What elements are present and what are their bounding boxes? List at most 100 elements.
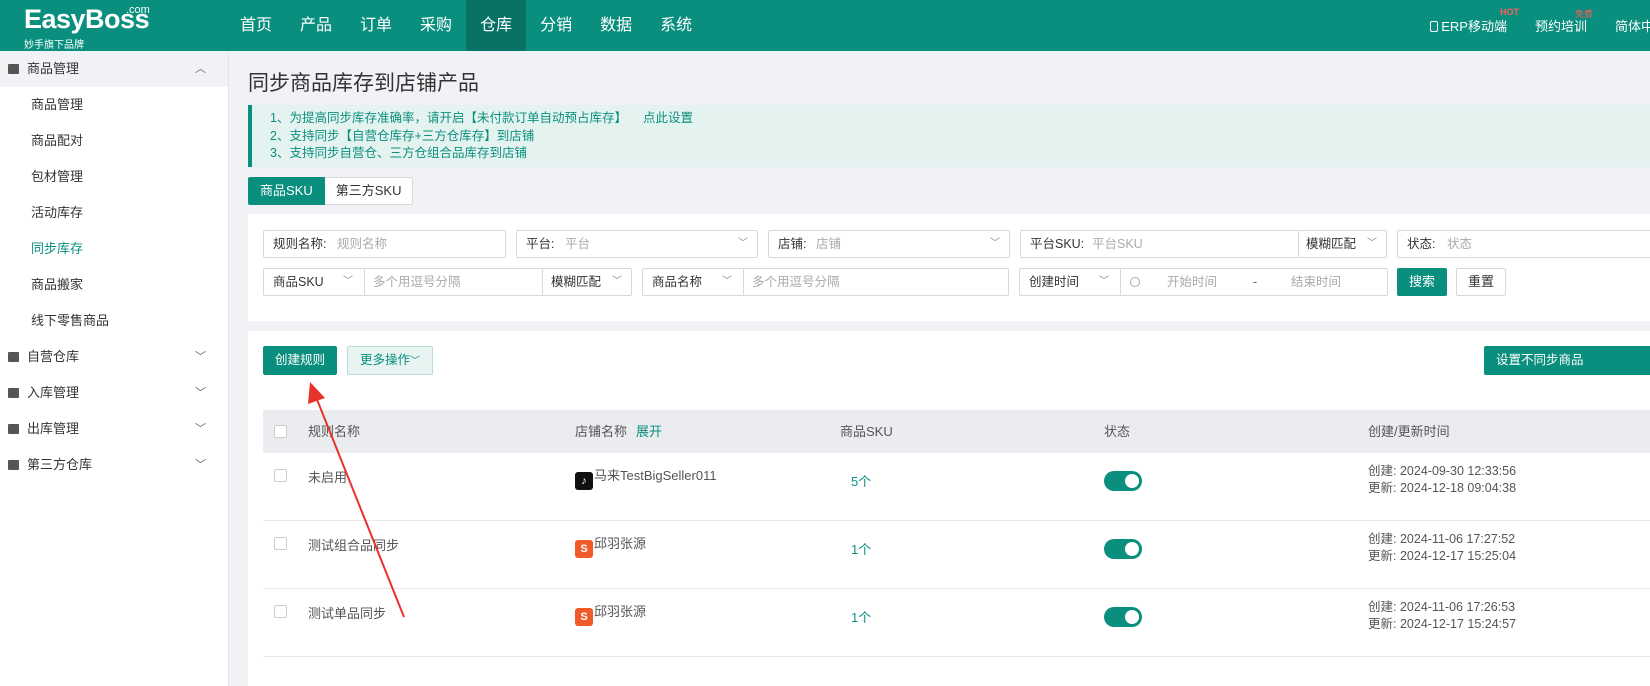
updated-time: 更新: 2024-12-17 15:25:04 xyxy=(1368,548,1516,565)
nav-orders[interactable]: 订单 xyxy=(346,0,406,51)
sidebar-group-inbound[interactable]: 入库管理 ﹀ xyxy=(0,375,228,411)
easyboss-logo[interactable]: EasyBoss .com 妙手旗下品牌 xyxy=(24,4,174,51)
nav-system[interactable]: 系统 xyxy=(646,0,706,51)
status-toggle[interactable] xyxy=(1104,539,1142,559)
product-name-filter: 商品名称 ﹀ 多个用逗号分隔 xyxy=(642,268,1009,296)
store-select[interactable]: 店铺: 店铺 ﹀ xyxy=(768,230,1010,258)
sidebar-group-label: 入库管理 xyxy=(27,385,80,400)
toggle-knob xyxy=(1125,542,1139,556)
time-type-select[interactable]: 创建时间 xyxy=(1029,269,1079,295)
sidebar-group-label: 第三方仓库 xyxy=(27,457,93,472)
nav-data[interactable]: 数据 xyxy=(586,0,646,51)
reset-button[interactable]: 重置 xyxy=(1456,268,1506,296)
clipboard-icon xyxy=(8,64,19,74)
notice-settings-link[interactable]: 点此设置 xyxy=(643,111,693,125)
status-toggle[interactable] xyxy=(1104,607,1142,627)
timestamps: 创建: 2024-11-06 17:27:52 更新: 2024-12-17 1… xyxy=(1368,531,1516,565)
product-sku-type-select[interactable]: 商品SKU xyxy=(273,269,324,295)
clock-icon xyxy=(1130,277,1140,287)
product-name-input[interactable]: 多个用逗号分隔 xyxy=(752,269,840,295)
sidebar-group-outbound[interactable]: 出库管理 ﹀ xyxy=(0,411,228,447)
sku-count-link[interactable]: 1个 xyxy=(851,607,871,626)
product-sku-input[interactable]: 多个用逗号分隔 xyxy=(373,269,461,295)
sidebar-group-label: 自营仓库 xyxy=(27,349,80,364)
sidebar-item-offline-retail[interactable]: 线下零售商品 xyxy=(0,303,228,339)
rule-name[interactable]: 测试组合品同步 xyxy=(308,535,399,554)
sidebar-group-third-party-warehouse[interactable]: 第三方仓库 ﹀ xyxy=(0,447,228,483)
set-no-sync-button[interactable]: 设置不同步商品 xyxy=(1484,346,1650,375)
chevron-down-icon: ﹀ xyxy=(1367,238,1377,249)
sku-count-link[interactable]: 1个 xyxy=(851,539,871,558)
sidebar-group-label: 出库管理 xyxy=(27,421,80,436)
end-time-input[interactable]: 结束时间 xyxy=(1291,269,1341,295)
start-time-input[interactable]: 开始时间 xyxy=(1167,269,1217,295)
nav-purchase[interactable]: 采购 xyxy=(406,0,466,51)
more-actions-button[interactable]: 更多操作﹀ xyxy=(347,346,433,375)
rule-name-input[interactable]: 规则名称: 规则名称 xyxy=(263,230,506,258)
nav-warehouse[interactable]: 仓库 xyxy=(466,0,527,51)
inbound-icon xyxy=(8,388,19,398)
timestamps: 创建: 2024-11-06 17:26:53 更新: 2024-12-17 1… xyxy=(1368,599,1516,633)
time-separator: - xyxy=(1253,275,1258,289)
hot-badge: HOT xyxy=(1499,7,1519,17)
updated-label: 更新: xyxy=(1368,549,1397,563)
row-checkbox[interactable] xyxy=(274,537,287,550)
nav-home[interactable]: 首页 xyxy=(226,0,286,51)
shopee-icon: S xyxy=(575,540,593,558)
sidebar-item-product-management[interactable]: 商品管理 xyxy=(0,87,228,123)
row-checkbox[interactable] xyxy=(274,469,287,482)
created-value: 2024-11-06 17:26:53 xyxy=(1399,600,1516,614)
create-rule-button[interactable]: 创建规则 xyxy=(263,346,337,375)
tab-third-party-sku[interactable]: 第三方SKU xyxy=(324,177,414,205)
outbound-icon xyxy=(8,424,19,434)
product-sku-match-select[interactable]: 模糊匹配 xyxy=(551,269,601,295)
store-name-text: 马来TestBigSeller011 xyxy=(594,468,717,483)
divider xyxy=(542,269,543,295)
table-row: 测试组合品同步 S 邱羽张源 1个 创建: 2024-11-06 17:27:52… xyxy=(263,521,1650,589)
sku-count-link[interactable]: 5个 xyxy=(851,471,871,490)
column-rule-name: 规则名称 xyxy=(308,424,361,439)
sku-tabs: 商品SKU 第三方SKU xyxy=(248,177,414,205)
platform-sku-match-select[interactable]: 模糊匹配 xyxy=(1306,231,1356,257)
created-value: 2024-09-30 12:33:56 xyxy=(1399,464,1517,478)
erp-mobile-link[interactable]: ERP移动端 HOT xyxy=(1430,7,1519,35)
language-selector[interactable]: 简体中 xyxy=(1615,16,1650,35)
row-checkbox[interactable] xyxy=(274,605,287,618)
chevron-down-icon: ﹀ xyxy=(1099,276,1109,287)
rule-name[interactable]: 未启用 xyxy=(308,467,347,486)
updated-value: 2024-12-18 09:04:38 xyxy=(1399,481,1517,495)
column-time: 创建/更新时间 xyxy=(1368,424,1450,439)
nav-distribution[interactable]: 分销 xyxy=(526,0,586,51)
status-label: 状态: xyxy=(1407,237,1436,251)
expand-link[interactable]: 展开 xyxy=(636,424,662,439)
chevron-down-icon: ﹀ xyxy=(195,423,206,435)
product-name-type-select[interactable]: 商品名称 xyxy=(652,269,702,295)
table-row: 未启用 ♪ 马来TestBigSeller011 5个 创建: 2024-09-3… xyxy=(263,453,1650,521)
tiktok-icon: ♪ xyxy=(575,472,593,490)
sidebar-group-own-warehouse[interactable]: 自营仓库 ﹀ xyxy=(0,339,228,375)
select-all-checkbox[interactable] xyxy=(274,425,287,438)
toggle-knob xyxy=(1125,474,1139,488)
third-party-warehouse-icon xyxy=(8,460,19,470)
table-header: 规则名称 店铺名称 展开 商品SKU 状态 创建/更新时间 xyxy=(263,410,1650,453)
notice-line-3: 3、支持同步自营仓、三方仓组合品库存到店铺 xyxy=(270,146,527,160)
status-toggle[interactable] xyxy=(1104,471,1142,491)
platform-sku-input[interactable]: 平台SKU: 平台SKU 模糊匹配 ﹀ xyxy=(1020,230,1387,258)
nav-products[interactable]: 产品 xyxy=(286,0,346,51)
training-link[interactable]: 预约培训 免费 xyxy=(1535,9,1593,35)
tab-product-sku[interactable]: 商品SKU xyxy=(248,177,325,205)
notice-box: 1、为提高同步库存准确率，请开启【未付款订单自动预占库存】 点此设置 2、支持同步… xyxy=(248,105,1650,167)
search-button[interactable]: 搜索 xyxy=(1397,268,1447,296)
created-label: 创建: xyxy=(1368,532,1397,546)
status-select[interactable]: 状态: 状态 xyxy=(1397,230,1650,258)
sidebar-item-activity-stock[interactable]: 活动库存 xyxy=(0,195,228,231)
platform-sku-placeholder: 平台SKU xyxy=(1092,237,1143,251)
platform-select[interactable]: 平台: 平台 ﹀ xyxy=(516,230,758,258)
created-time: 创建: 2024-11-06 17:26:53 xyxy=(1368,599,1516,616)
sidebar-item-product-matching[interactable]: 商品配对 xyxy=(0,123,228,159)
rule-name[interactable]: 测试单品同步 xyxy=(308,603,386,622)
sidebar-group-product-management[interactable]: 商品管理 ︿ xyxy=(0,51,228,87)
sidebar-item-sync-stock[interactable]: 同步库存 xyxy=(0,231,228,267)
sidebar-item-product-move[interactable]: 商品搬家 xyxy=(0,267,228,303)
sidebar-item-packaging[interactable]: 包材管理 xyxy=(0,159,228,195)
